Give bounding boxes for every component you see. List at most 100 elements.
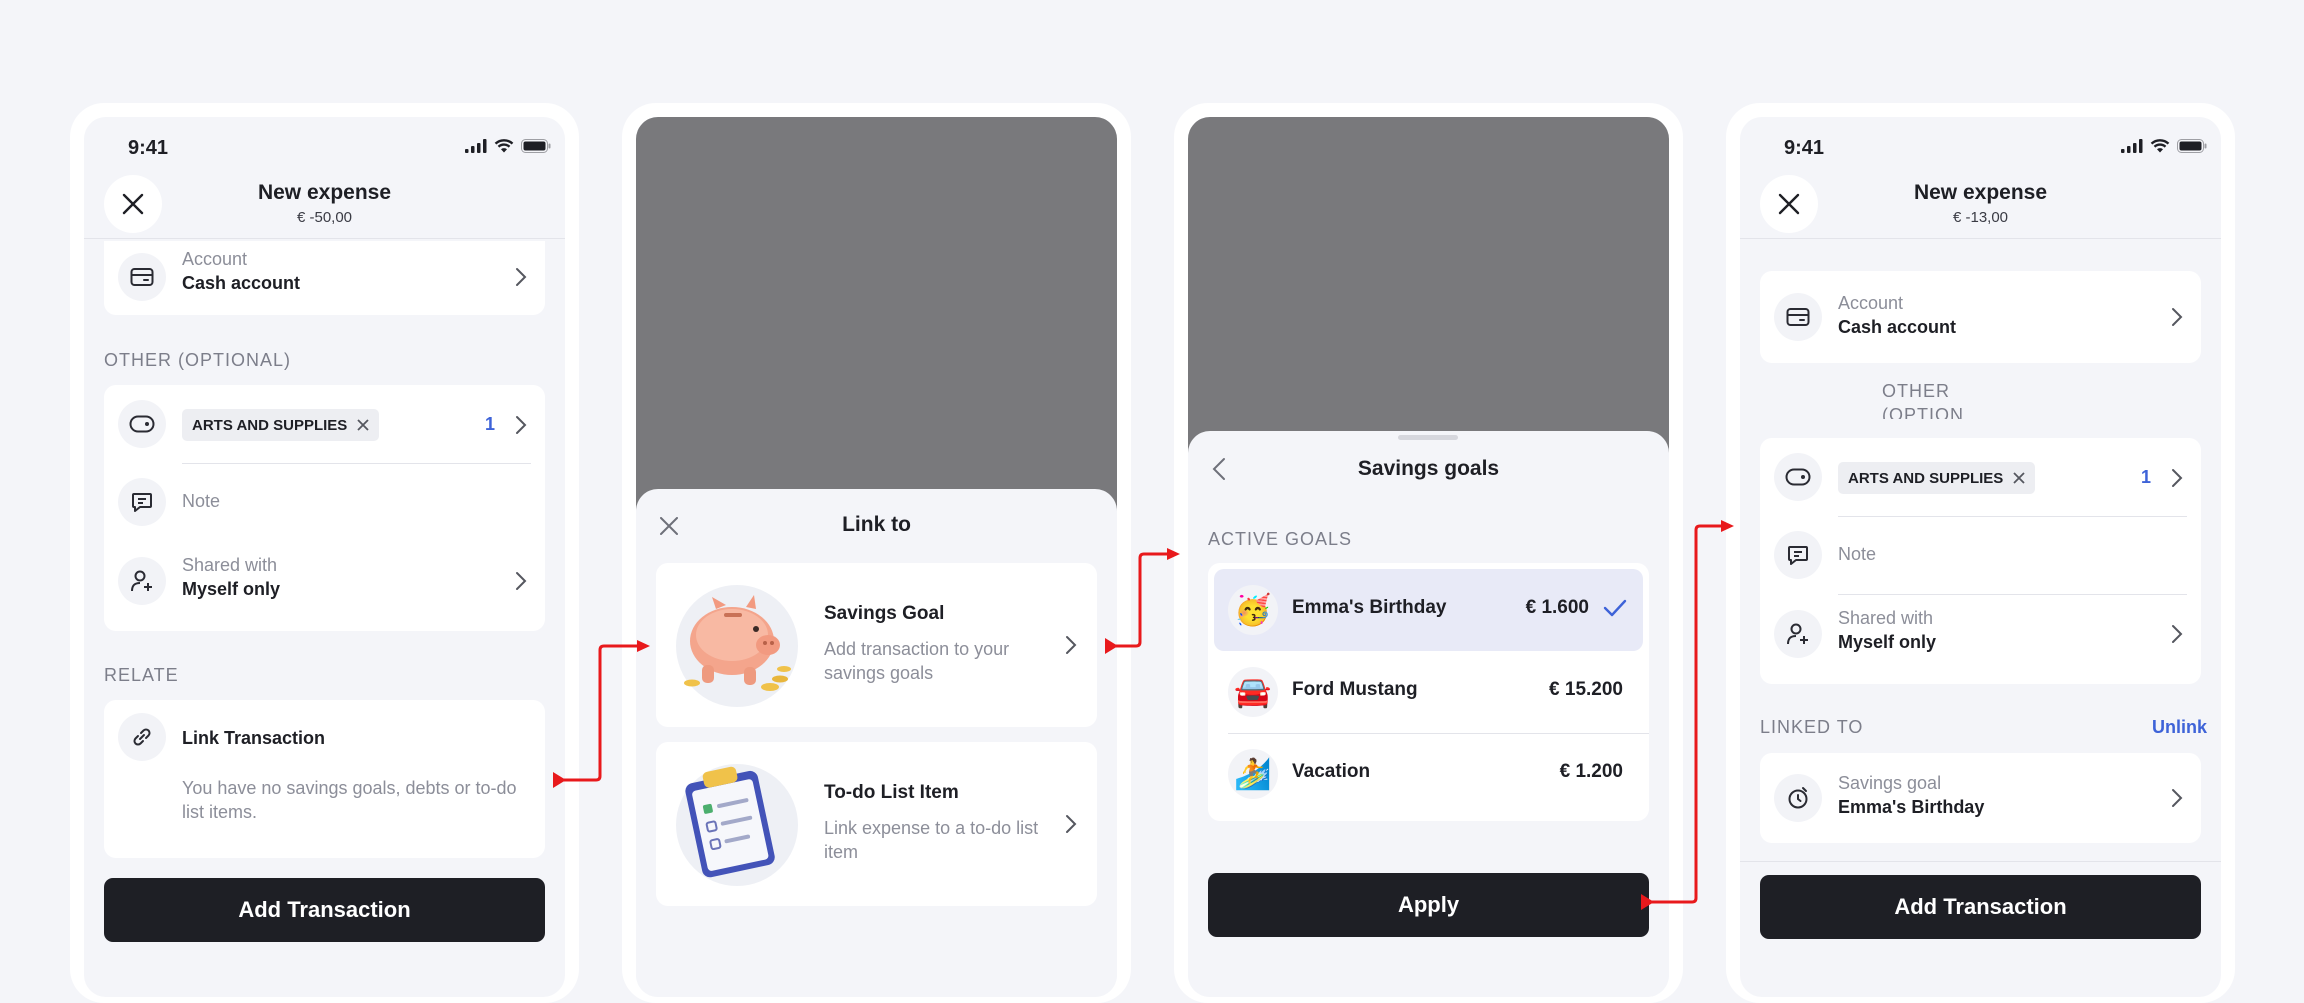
account-value: Cash account: [182, 273, 301, 293]
link-icon: [118, 713, 166, 761]
chevron-right-icon: [2172, 308, 2183, 326]
linked-goal-row[interactable]: Savings goal Emma's Birthday: [1760, 753, 2201, 843]
shared-value[interactable]: Myself only: [182, 579, 280, 600]
close-icon[interactable]: [2013, 472, 2025, 484]
goal-amount: € 1.200: [1559, 761, 1623, 782]
goal-name: Ford Mustang: [1292, 679, 1418, 700]
chevron-right-icon[interactable]: [2171, 468, 2183, 488]
link-to-sheet: Link to Savings Goal Add transaction to …: [636, 489, 1117, 997]
link-desc: You have no savings goals, debts or to-d…: [182, 778, 517, 822]
add-transaction-button[interactable]: Add Transaction: [1760, 875, 2201, 939]
goal-timer-icon: [1774, 774, 1822, 822]
category-count: 1: [2140, 467, 2151, 487]
linked-value: Emma's Birthday: [1838, 797, 1985, 817]
section-other: OTHER (OPTIONAL): [104, 350, 292, 370]
goal-name: Emma's Birthday: [1292, 597, 1447, 618]
card-icon: [1774, 293, 1822, 341]
check-icon: [1603, 599, 1627, 617]
section-relate: RELATE: [104, 665, 179, 685]
close-icon[interactable]: [357, 419, 369, 431]
piggy-bank-icon: [676, 585, 798, 707]
other-card: ARTS AND SUPPLIES 1 Note Shared with Mys…: [1760, 438, 2201, 684]
phone-new-expense-linked: 9:41 New expense € -13,00 Account Cash a…: [1726, 103, 2235, 1003]
party-face-icon: 🥳: [1228, 585, 1278, 635]
screen-savings-goals: Savings goals ACTIVE GOALS 🥳 Emma's Birt…: [1188, 117, 1669, 997]
category-count: 1: [484, 414, 495, 434]
category-chip-label: ARTS AND SUPPLIES: [192, 416, 348, 434]
goal-amount: € 15.200: [1549, 679, 1623, 700]
option-title: To-do List Item: [824, 782, 959, 803]
section-active-goals: ACTIVE GOALS: [1208, 529, 1353, 549]
wifi-icon: [2150, 139, 2170, 153]
chevron-right-icon: [2172, 789, 2183, 807]
dim-overlay[interactable]: [1188, 117, 1669, 457]
note-icon: [118, 478, 166, 526]
note-icon: [1774, 531, 1822, 579]
phone-new-expense: 9:41 New expense € -50,00 Account Cash a…: [70, 103, 579, 1003]
account-row[interactable]: Account Cash account: [1760, 271, 2201, 363]
page-amount: € -13,00: [1952, 209, 2009, 226]
wifi-icon: [494, 139, 514, 153]
status-bar: 9:41: [1740, 117, 2221, 173]
goal-item[interactable]: 🏄 Vacation € 1.200: [1214, 733, 1643, 815]
shared-value[interactable]: Myself only: [1838, 632, 1936, 653]
user-add-icon: [1774, 610, 1822, 658]
clipboard-icon: [676, 764, 798, 886]
goals-list: 🥳 Emma's Birthday € 1.600 🚘 Ford Mustang…: [1208, 563, 1649, 821]
option-todo-item[interactable]: To-do List Item Link expense to a to-do …: [656, 742, 1097, 906]
phone-savings-goals: Savings goals ACTIVE GOALS 🥳 Emma's Birt…: [1174, 103, 1683, 1003]
option-title: Savings Goal: [824, 603, 945, 624]
battery-icon: [2177, 139, 2207, 153]
note-input[interactable]: Note: [1838, 544, 1876, 565]
linked-label: Savings goal: [1838, 773, 1942, 793]
apply-button[interactable]: Apply: [1208, 873, 1649, 937]
page-amount: € -50,00: [296, 209, 353, 226]
chevron-right-icon: [1066, 815, 1077, 833]
category-chip-label: ARTS AND SUPPLIES: [1848, 469, 2004, 487]
other-card: ARTS AND SUPPLIES 1 Note Shared with Mys…: [104, 385, 545, 631]
goal-item[interactable]: 🚘 Ford Mustang € 15.200: [1214, 651, 1643, 733]
header: New expense € -13,00: [1740, 173, 2221, 239]
category-chip[interactable]: ARTS AND SUPPLIES: [182, 409, 380, 441]
note-input[interactable]: Note: [182, 491, 220, 512]
card-icon: [118, 253, 166, 301]
dim-overlay[interactable]: [636, 117, 1117, 517]
link-transaction-card[interactable]: Link Transaction You have no savings goa…: [104, 700, 545, 858]
option-desc: Add transaction to your savings goals: [824, 639, 1010, 683]
chevron-right-icon[interactable]: [515, 415, 527, 435]
sheet-title: Savings goals: [1357, 457, 1500, 480]
goal-item[interactable]: 🥳 Emma's Birthday € 1.600: [1214, 569, 1643, 651]
page-title: New expense: [257, 181, 392, 204]
drag-handle[interactable]: [1398, 435, 1458, 440]
chevron-right-icon: [1066, 636, 1077, 654]
account-label: Account: [182, 249, 248, 269]
phone-link-to: Link to Savings Goal Add transaction to …: [622, 103, 1131, 1003]
category-chip[interactable]: ARTS AND SUPPLIES: [1838, 462, 2036, 494]
goal-name: Vacation: [1292, 761, 1371, 782]
add-transaction-button[interactable]: Add Transaction: [104, 878, 545, 942]
signal-icon: [465, 139, 487, 153]
chevron-right-icon[interactable]: [515, 571, 527, 591]
unlink-button[interactable]: Unlink: [2152, 717, 2207, 738]
option-desc: Link expense to a to-do list item: [824, 818, 1039, 862]
account-value: Cash account: [1838, 317, 1957, 337]
page-title: New expense: [1913, 181, 2048, 204]
chevron-right-icon[interactable]: [2171, 624, 2183, 644]
status-time: 9:41: [128, 137, 169, 159]
account-label: Account: [1838, 293, 1904, 313]
status-time: 9:41: [1784, 137, 1825, 159]
battery-icon: [521, 139, 551, 153]
option-savings-goal[interactable]: Savings Goal Add transaction to your sav…: [656, 563, 1097, 727]
shared-label: Shared with: [1838, 608, 1934, 628]
user-add-icon: [118, 557, 166, 605]
account-row[interactable]: Account Cash account: [104, 241, 545, 315]
sheet-title: Link to: [842, 513, 911, 536]
header: New expense € -50,00: [84, 173, 565, 239]
link-title: Link Transaction: [182, 728, 326, 748]
screen-link-to: Link to Savings Goal Add transaction to …: [636, 117, 1117, 997]
surfer-icon: 🏄: [1228, 749, 1278, 799]
savings-goals-sheet: Savings goals ACTIVE GOALS 🥳 Emma's Birt…: [1188, 431, 1669, 997]
tag-icon: [1774, 453, 1822, 501]
section-other: OTHER (OPTION AL): [1882, 381, 1964, 419]
status-bar: 9:41: [84, 117, 565, 173]
